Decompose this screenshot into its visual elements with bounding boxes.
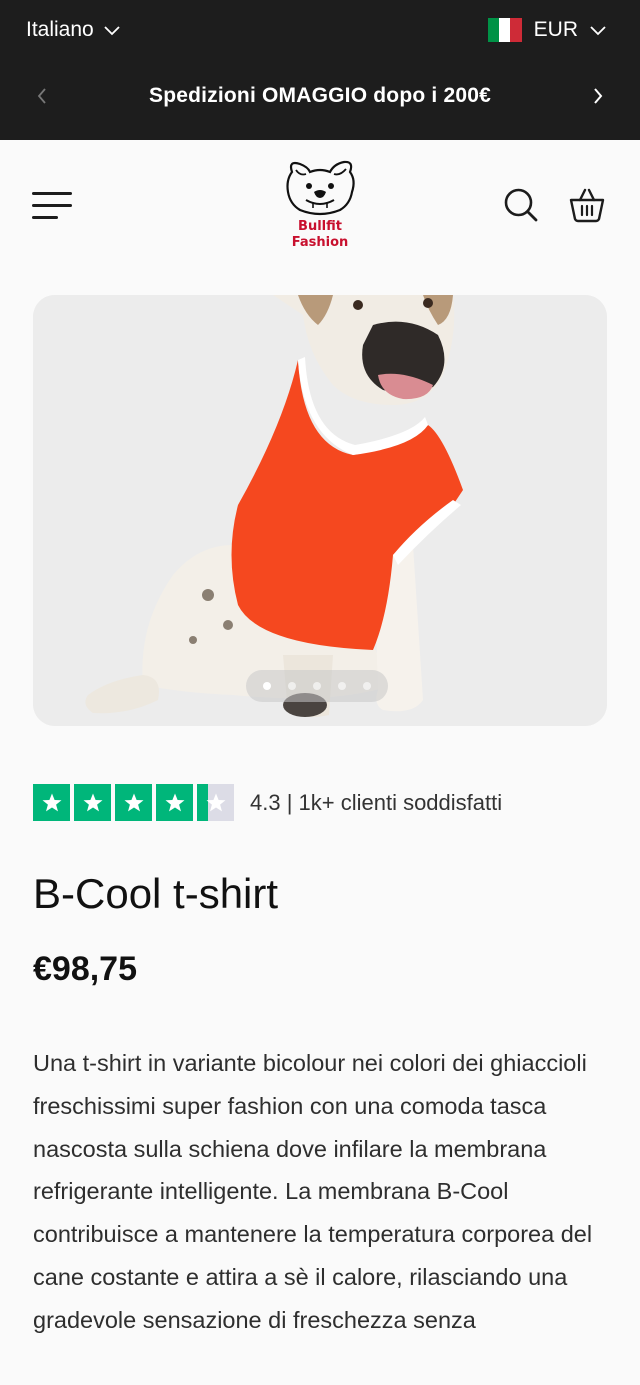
italy-flag-icon xyxy=(487,18,522,42)
bulldog-logo-icon xyxy=(286,160,355,216)
top-bar: Italiano EUR Spedizioni OMAGGIO dopo i 2… xyxy=(0,0,640,140)
product-rating[interactable]: 4.3 | 1k+ clienti soddisfatti xyxy=(33,784,502,821)
cart-basket-icon[interactable] xyxy=(568,186,606,224)
logo-text-line2: Fashion xyxy=(291,235,349,250)
rating-star-icon xyxy=(33,784,70,821)
rating-stars xyxy=(33,784,238,821)
brand-logo[interactable]: Bullfit Fashion xyxy=(280,158,360,252)
gallery-dot[interactable] xyxy=(363,682,371,690)
currency-selector[interactable]: EUR xyxy=(487,18,606,42)
gallery-dot[interactable] xyxy=(338,682,346,690)
announcement-text: Spedizioni OMAGGIO dopo i 200€ xyxy=(148,84,492,107)
site-header: Bullfit Fashion xyxy=(0,140,640,270)
rating-star-icon xyxy=(197,784,234,821)
rating-star-icon xyxy=(74,784,111,821)
language-selector[interactable]: Italiano xyxy=(26,18,120,42)
product-photo-bulldog-orange-tank xyxy=(33,295,607,726)
chevron-right-icon xyxy=(594,88,603,104)
chevron-down-icon xyxy=(104,18,120,42)
product-title: B-Cool t-shirt xyxy=(33,870,279,917)
gallery-pagination xyxy=(246,670,388,702)
hamburger-menu-icon[interactable] xyxy=(32,192,74,222)
announcement-next-button[interactable] xyxy=(584,82,612,110)
product-price: €98,75 xyxy=(33,950,137,988)
product-description: Una t-shirt in variante bicolour nei col… xyxy=(33,1050,593,1333)
product-image-gallery[interactable] xyxy=(33,295,607,726)
logo-text-line1: Bullfit xyxy=(298,219,342,234)
gallery-dot[interactable] xyxy=(313,682,321,690)
rating-text: 4.3 | 1k+ clienti soddisfatti xyxy=(250,789,503,815)
search-icon[interactable] xyxy=(503,187,539,223)
rating-star-icon xyxy=(156,784,193,821)
language-label: Italiano xyxy=(26,18,94,41)
gallery-dot[interactable] xyxy=(288,682,296,690)
currency-label: EUR xyxy=(533,18,578,41)
gallery-dot[interactable] xyxy=(263,682,271,690)
rating-star-icon xyxy=(115,784,152,821)
chevron-down-icon xyxy=(590,18,606,42)
